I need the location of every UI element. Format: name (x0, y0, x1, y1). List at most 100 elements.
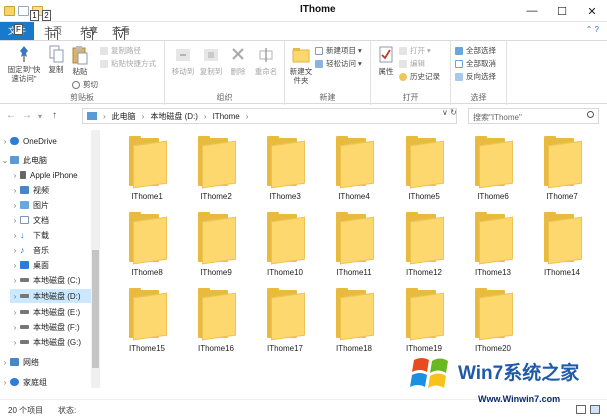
expand-chevron-icon[interactable]: › (0, 378, 10, 387)
folder-item[interactable]: IThome9 (186, 212, 246, 282)
invert-selection-button[interactable]: 反向选择 (455, 71, 496, 82)
delete-button[interactable]: 删除 (225, 45, 251, 76)
expand-chevron-icon[interactable]: › (10, 308, 20, 317)
history-button[interactable]: 历史记录 (399, 71, 440, 82)
nav-item-homegroup[interactable]: › 家庭组 (0, 375, 91, 389)
folder-name: IThome8 (131, 268, 163, 277)
new-folder-button[interactable]: 新建文件夹 (287, 45, 315, 85)
nav-item-drive-e[interactable]: › 本地磁盘 (E:) (10, 305, 91, 319)
move-to-button[interactable]: 移动到 (169, 45, 197, 76)
maximize-button[interactable]: ☐ (547, 0, 577, 22)
expand-chevron-icon[interactable]: › (10, 323, 20, 332)
copy-path-button[interactable]: 复制路径 (100, 45, 141, 56)
folder-item[interactable]: IThome6 (463, 136, 523, 206)
breadcrumb-drive-d[interactable]: 本地磁盘 (D:) (150, 111, 198, 122)
edit-icon (399, 59, 407, 68)
nav-label: 图片 (33, 200, 49, 210)
expand-chevron-icon[interactable]: › (10, 261, 20, 270)
folder-icon (406, 136, 444, 189)
search-input[interactable]: 搜索"IThome" (468, 108, 599, 124)
nav-item-pictures[interactable]: › 图片 (10, 198, 91, 212)
nav-item-documents[interactable]: › 文档 (10, 213, 91, 227)
nav-scrollbar[interactable] (91, 130, 100, 388)
expand-chevron-icon[interactable]: ⌄ (0, 156, 10, 165)
folder-item[interactable]: IThome10 (255, 212, 315, 282)
folder-item[interactable]: IThome14 (532, 212, 592, 282)
nav-item-this-pc[interactable]: ⌄ 此电脑 (0, 153, 91, 167)
folder-name: IThome18 (335, 344, 373, 353)
folder-item[interactable]: IThome18 (324, 288, 384, 358)
folder-item[interactable]: IThome1 (117, 136, 177, 206)
folder-item[interactable]: IThome11 (324, 212, 384, 282)
expand-chevron-icon[interactable]: › (10, 231, 20, 240)
paste-button[interactable]: 粘贴 (68, 45, 92, 76)
nav-item-onedrive[interactable]: › OneDrive (0, 134, 91, 148)
expand-chevron-icon[interactable]: › (10, 201, 20, 210)
easy-access-button[interactable]: 轻松访问 ▾ (315, 58, 362, 69)
nav-item-drive-d[interactable]: › 本地磁盘 (D:) (10, 289, 91, 303)
properties-button[interactable]: 属性 (373, 45, 399, 76)
video-icon (20, 186, 29, 194)
folder-item[interactable]: IThome17 (255, 288, 315, 358)
folder-item[interactable]: IThome13 (463, 212, 523, 282)
breadcrumb-this-pc[interactable]: 此电脑 (112, 111, 136, 122)
up-arrow-icon[interactable]: ↑ (52, 110, 57, 121)
nav-item-music[interactable]: › ♪ 音乐 (10, 243, 91, 257)
copy-button[interactable]: 复制 (44, 45, 68, 74)
expand-chevron-icon[interactable]: › (10, 216, 20, 225)
nav-item-drive-c[interactable]: › 本地磁盘 (C:) (10, 273, 91, 287)
copy-to-button[interactable]: 复制到 (197, 45, 225, 76)
folder-item[interactable]: IThome2 (186, 136, 246, 206)
nav-item-videos[interactable]: › 视频 (10, 183, 91, 197)
nav-item-downloads[interactable]: › ↓ 下载 (10, 228, 91, 242)
expand-chevron-icon[interactable]: › (10, 171, 20, 180)
nav-item-drive-g[interactable]: › 本地磁盘 (G:) (10, 335, 91, 349)
expand-chevron-icon[interactable]: › (10, 338, 20, 347)
scroll-thumb[interactable] (92, 250, 99, 368)
rename-button[interactable]: 重命名 (251, 45, 281, 76)
folder-item[interactable]: IThome15 (117, 288, 177, 358)
properties-icon (379, 46, 393, 63)
ribbon: 固定到"快速访问" 复制 粘贴 复制路径 粘贴快捷方式 剪切 剪贴板 移动到 复… (0, 40, 607, 105)
expand-chevron-icon[interactable]: › (0, 358, 10, 367)
computer-icon (10, 156, 19, 164)
edit-button[interactable]: 编辑 (399, 58, 425, 69)
folder-item[interactable]: IThome8 (117, 212, 177, 282)
expand-chevron-icon[interactable]: › (0, 137, 10, 146)
paste-shortcut-button[interactable]: 粘贴快捷方式 (100, 58, 156, 69)
address-bar-row: ← → ▾ ↑ › 此电脑 › 本地磁盘 (D:) › IThome › ∨ ↻… (0, 105, 607, 127)
properties-icon[interactable] (18, 6, 29, 16)
nav-item-network[interactable]: › 网络 (0, 355, 91, 369)
address-field[interactable]: › 此电脑 › 本地磁盘 (D:) › IThome › (82, 108, 457, 124)
nav-item-iphone[interactable]: › Apple iPhone (10, 168, 91, 182)
back-arrow-icon[interactable]: ← (6, 110, 16, 121)
address-dropdown-icon[interactable]: ∨ ↻ (442, 108, 457, 117)
minimize-button[interactable]: — (517, 0, 547, 22)
homegroup-icon (10, 378, 19, 386)
folder-item[interactable]: IThome5 (394, 136, 454, 206)
pin-quick-access-button[interactable]: 固定到"快速访问" (4, 45, 44, 83)
folder-item[interactable]: IThome12 (394, 212, 454, 282)
select-all-button[interactable]: 全部选择 (455, 45, 496, 56)
folder-item[interactable]: IThome16 (186, 288, 246, 358)
select-none-label: 全部取消 (466, 59, 496, 68)
expand-chevron-icon[interactable]: › (10, 276, 20, 285)
folder-item[interactable]: IThome7 (532, 136, 592, 206)
cut-button[interactable]: 剪切 (72, 79, 98, 90)
close-button[interactable]: ✕ (577, 0, 607, 22)
forward-arrow-icon[interactable]: → (22, 110, 32, 121)
open-button[interactable]: 打开 ▾ (399, 45, 431, 56)
dropdown-arrow-icon: ▾ (427, 46, 431, 55)
folder-item[interactable]: IThome4 (324, 136, 384, 206)
expand-chevron-icon[interactable]: › (10, 186, 20, 195)
nav-item-drive-f[interactable]: › 本地磁盘 (F:) (10, 320, 91, 334)
folder-item[interactable]: IThome3 (255, 136, 315, 206)
select-none-button[interactable]: 全部取消 (455, 58, 496, 69)
breadcrumb-ithome[interactable]: IThome (213, 112, 240, 121)
nav-item-desktop[interactable]: › 桌面 (10, 258, 91, 272)
expand-chevron-icon[interactable]: › (10, 292, 20, 301)
recent-locations-icon[interactable]: ▾ (38, 112, 42, 121)
expand-chevron-icon[interactable]: › (10, 246, 20, 255)
collapse-ribbon-icon[interactable]: ⌃ ? (586, 25, 599, 34)
new-item-button[interactable]: 新建项目 ▾ (315, 45, 362, 56)
